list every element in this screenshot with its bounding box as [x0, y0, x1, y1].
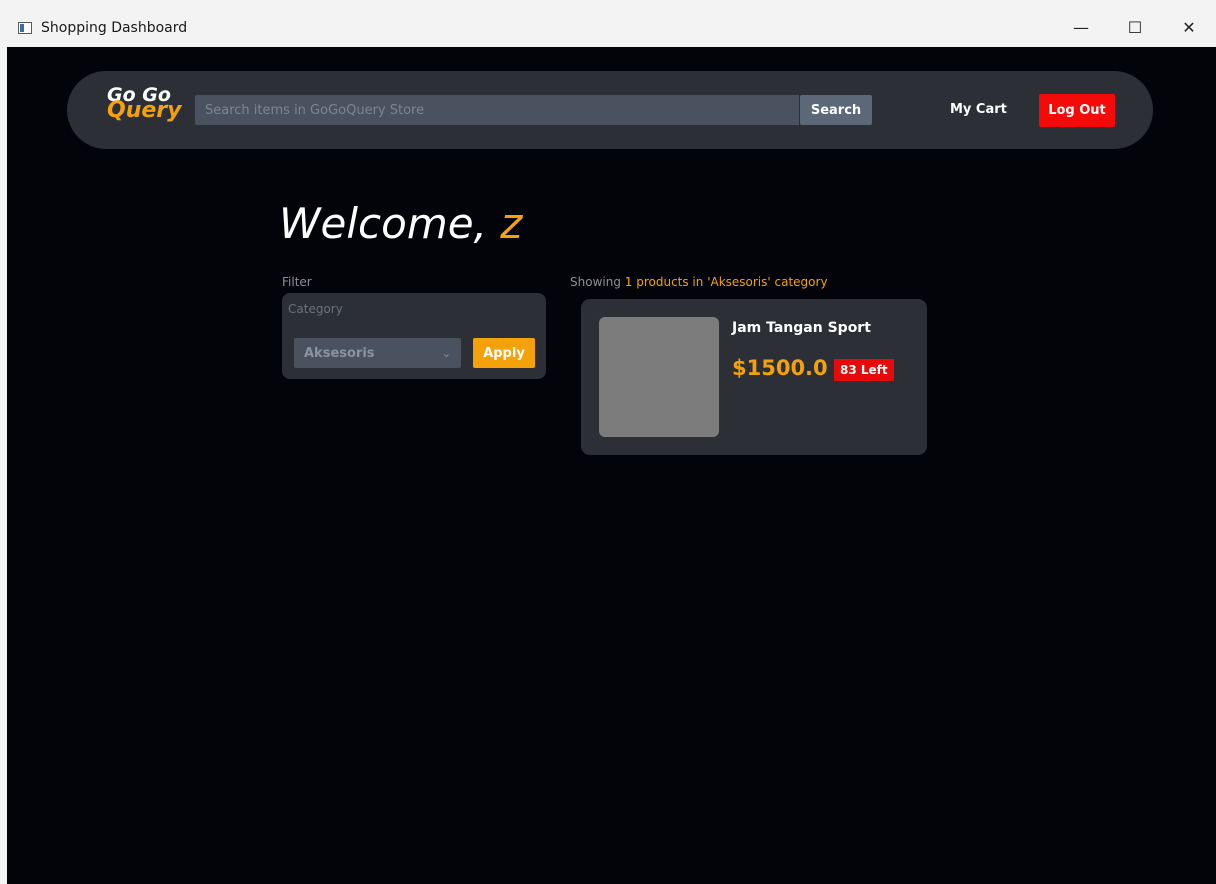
close-icon[interactable]: ✕	[1162, 8, 1216, 47]
welcome-username: z	[500, 199, 523, 248]
apply-button[interactable]: Apply	[473, 338, 535, 368]
logo-line-2: Query	[107, 98, 182, 123]
gogoquery-logo[interactable]: Go Go Query	[107, 86, 187, 131]
app-canvas: Go Go Query Search My Cart Log Out Welco…	[7, 47, 1216, 884]
product-price: $1500.0	[732, 356, 828, 380]
category-select-value: Aksesoris	[304, 345, 375, 361]
welcome-heading: Welcome, z	[279, 199, 522, 248]
logout-button[interactable]: Log Out	[1039, 94, 1115, 127]
welcome-greeting: Welcome,	[279, 199, 487, 248]
window-controls: — ☐ ✕	[1054, 8, 1216, 47]
product-card[interactable]: Jam Tangan Sport $1500.0 83 Left	[581, 299, 927, 455]
stock-badge: 83 Left	[834, 359, 894, 381]
navbar: Go Go Query Search My Cart Log Out	[67, 71, 1153, 149]
my-cart-link[interactable]: My Cart	[950, 95, 1007, 125]
search-input[interactable]	[195, 95, 799, 125]
search-button[interactable]: Search	[800, 95, 872, 125]
results-summary: Showing 1 products in 'Aksesoris' catego…	[570, 275, 828, 289]
window-title: Shopping Dashboard	[41, 19, 188, 36]
app-icon	[18, 21, 32, 34]
product-image[interactable]	[599, 317, 719, 437]
chevron-down-icon: ⌄	[441, 347, 451, 360]
product-name: Jam Tangan Sport	[732, 320, 871, 336]
maximize-icon[interactable]: ☐	[1108, 8, 1162, 47]
minimize-icon[interactable]: —	[1054, 8, 1108, 47]
category-select[interactable]: Aksesoris ⌄	[294, 338, 461, 368]
filter-label: Filter	[282, 275, 312, 289]
results-prefix: Showing	[570, 275, 621, 289]
category-label: Category	[288, 302, 343, 316]
window-titlebar: Shopping Dashboard — ☐ ✕	[7, 8, 1216, 47]
results-count: 1 products in 'Aksesoris' category	[624, 275, 828, 289]
filter-panel: Category Aksesoris ⌄ Apply	[282, 293, 546, 379]
